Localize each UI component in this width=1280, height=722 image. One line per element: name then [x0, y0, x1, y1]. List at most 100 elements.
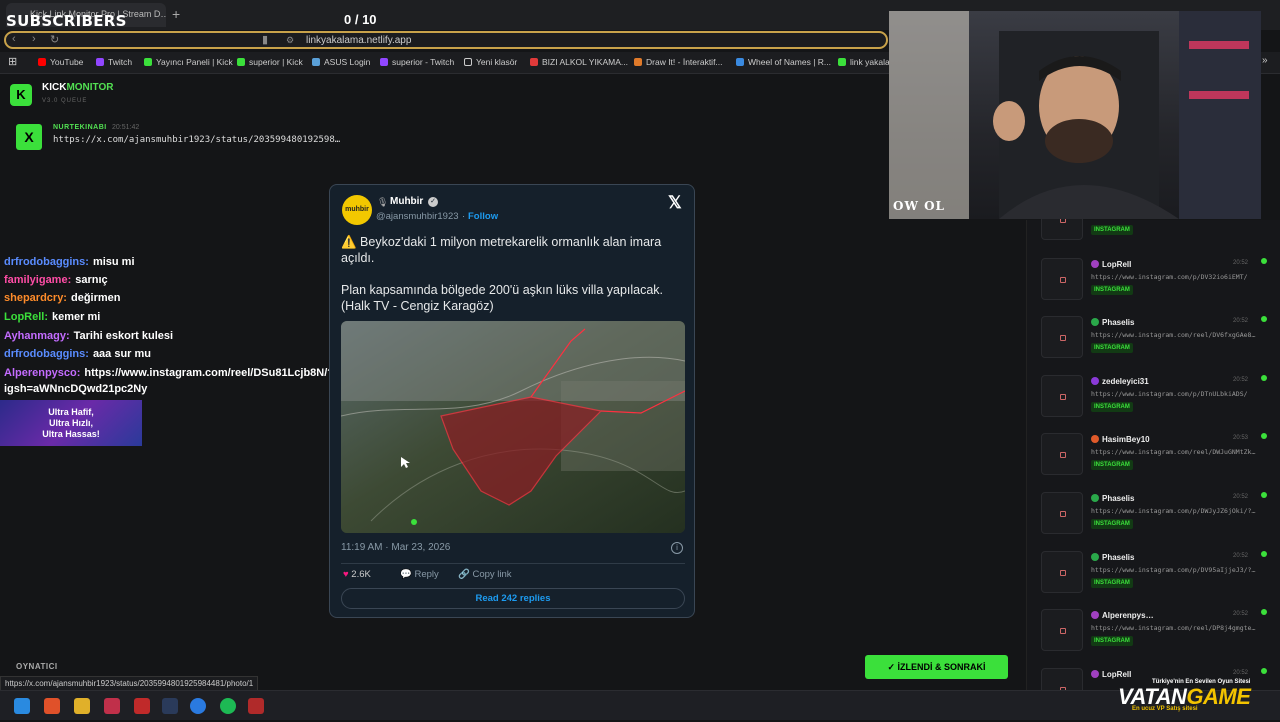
site-settings-icon[interactable]: ⚙ — [286, 35, 294, 46]
tweet-author-name[interactable]: Muhbir — [390, 196, 423, 207]
queue-list-item[interactable]: LopRell 20:52 https://www.instagram.com/p/… — [1041, 257, 1277, 312]
tweet-handle[interactable]: @ajansmuhbir1923 — [376, 211, 459, 222]
app-icon[interactable] — [248, 698, 264, 714]
chat-message: drfrodobaggins: aaa sur mu — [4, 348, 151, 360]
chat-message: shepardcry: değirmen — [4, 292, 121, 304]
queue-list-item[interactable]: Phaselis 20:52 https://www.instagram.com/r… — [1041, 316, 1277, 370]
item-url[interactable]: https://www.instagram.com/p/DTnULbkiADS/ — [1091, 390, 1248, 398]
new-tab-icon[interactable]: + — [172, 6, 180, 22]
bookmark-icon[interactable]: ▮ — [262, 33, 268, 46]
cam-logo: OW OL — [893, 199, 945, 213]
instagram-icon — [1060, 511, 1066, 517]
read-replies-button[interactable]: Read 242 replies — [341, 588, 685, 609]
bookmark-kick-panel[interactable]: Yayıncı Paneli | Kick — [144, 57, 233, 67]
item-user: LopRell — [1091, 669, 1131, 679]
item-user: zedeleyici31 — [1091, 376, 1149, 386]
tweet-date[interactable]: 11:19 AM · Mar 23, 2026 — [341, 542, 450, 553]
thumbnail — [1041, 374, 1083, 417]
chat-text: misu mi — [92, 256, 135, 268]
chat-text: Tarihi eskort kulesi — [73, 330, 174, 342]
url-text[interactable]: linkyakalama.netlify.app — [306, 35, 411, 46]
bookmark-link-yakala[interactable]: link yakala — [838, 57, 890, 67]
reload-icon[interactable]: ↻ — [50, 33, 59, 46]
youtube-icon — [38, 58, 46, 66]
queue-list-item[interactable]: Phaselis 20:52 https://www.instagram.com/p… — [1041, 492, 1277, 546]
thumbnail — [1041, 492, 1083, 534]
thumbnail — [1041, 609, 1083, 652]
platform-badge: INSTAGRAM — [1091, 519, 1133, 529]
user-avatar-icon — [1091, 376, 1099, 385]
item-url[interactable]: https://www.instagram.com/reel/DP8j4gmgt… — [1091, 624, 1255, 632]
item-url[interactable]: https://www.instagram.com/p/DV32io6iEMT/ — [1091, 273, 1248, 281]
item-url[interactable]: https://www.instagram.com/p/DWJyJZ6jOki/… — [1091, 507, 1255, 515]
follow-button[interactable]: Follow — [468, 211, 498, 222]
bookmark-draw-it[interactable]: Draw It! - İnteraktif... — [634, 57, 723, 67]
queue-list-item[interactable]: Phaselis 20:52 https://www.instagram.com/p… — [1041, 550, 1277, 605]
status-dot — [1261, 257, 1267, 264]
forward-icon[interactable]: › — [32, 33, 36, 45]
item-user: Phaselis — [1091, 494, 1134, 503]
user-avatar-icon — [1091, 669, 1099, 678]
queue-list-item[interactable]: zedeleyici31 20:52 https://www.instagram.c… — [1041, 374, 1277, 429]
folder-icon — [464, 58, 472, 66]
queue-list-item[interactable]: Alperenpys… 20:52 https://www.instagram.co… — [1041, 609, 1277, 663]
bookmark-youtube[interactable]: YouTube — [38, 57, 83, 67]
file-explorer-icon[interactable] — [74, 698, 90, 714]
app-version: V3.0 QUEUE — [42, 98, 88, 104]
status-dot — [1261, 433, 1267, 440]
user-avatar-icon — [1091, 611, 1099, 620]
more-bookmarks-icon[interactable]: » — [1262, 55, 1268, 66]
address-bar[interactable]: ‹ › ↻ ▮ ⚙ linkyakalama.netlify.app — [4, 31, 888, 49]
player-label: OYNATICI — [16, 662, 58, 671]
app-icon[interactable] — [134, 698, 150, 714]
site-icon — [530, 58, 538, 66]
item-url[interactable]: https://www.instagram.com/p/DV95aIjjeJ3/… — [1091, 566, 1255, 574]
brave-icon[interactable] — [44, 698, 60, 714]
platform-badge: INSTAGRAM — [1091, 343, 1133, 354]
chat-message: igsh=aWNncDQwd21pc2Ny — [4, 383, 147, 395]
item-user: Phaselis — [1091, 318, 1134, 327]
bookmark-asus[interactable]: ASUS Login — [312, 57, 370, 67]
spotify-icon[interactable] — [220, 698, 236, 714]
taskbar — [0, 690, 1280, 720]
reply-button[interactable]: 💬 Reply — [400, 569, 439, 580]
copy-link-button[interactable]: 🔗 Copy link — [458, 569, 512, 580]
chat-username: drfrodobaggins: — [4, 348, 89, 360]
item-url[interactable]: https://www.instagram.com/reel/DV6fxgGAe… — [1091, 331, 1255, 339]
user-avatar-icon — [1091, 259, 1099, 268]
queue-url[interactable]: https://x.com/ajansmuhbir1923/status/203… — [53, 135, 340, 145]
webcam-feed: OW OL — [889, 11, 1261, 219]
item-user: HasimBey10 — [1091, 435, 1150, 444]
back-icon[interactable]: ‹ — [12, 33, 16, 45]
status-dot — [1261, 492, 1267, 498]
browser-icon[interactable] — [190, 698, 206, 714]
x-logo-icon[interactable]: 𝕏 — [668, 193, 682, 213]
tweet-map-image[interactable] — [341, 321, 685, 533]
bookmark-superior-kick[interactable]: superior | Kick — [237, 57, 303, 67]
apps-grid-icon[interactable]: ⊞ — [8, 55, 17, 68]
app-logo-icon: K — [10, 84, 32, 106]
chat-text: sarnıç — [75, 274, 108, 286]
riot-icon[interactable] — [104, 698, 120, 714]
bookmark-twitch[interactable]: Twitch — [96, 57, 132, 67]
avatar[interactable]: muhbir — [342, 195, 372, 225]
subscribers-count: 0 / 10 — [344, 12, 377, 27]
chat-text: https://www.instagram.com/reel/DSu81Lcjb… — [84, 367, 335, 379]
chat-message: Alperenpysco: https://www.instagram.com/r… — [4, 367, 334, 379]
bookmark-superior-twitch[interactable]: superior - Twitch — [380, 57, 454, 67]
watched-next-button[interactable]: ✓ İZLENDİ & SONRAKİ — [865, 655, 1008, 679]
queue-list-item[interactable]: HasimBey10 20:53 https://www.instagram.com… — [1041, 433, 1277, 487]
item-time: 20:52 — [1233, 552, 1249, 559]
item-url[interactable]: https://www.instagram.com/reel/DWJuGNMtZ… — [1091, 448, 1255, 456]
bookmark-wheel-of-names[interactable]: Wheel of Names | R... — [736, 57, 831, 67]
status-dot — [1261, 609, 1267, 616]
like-button[interactable]: ♥ 2.6K — [343, 569, 371, 580]
item-time: 20:52 — [1233, 669, 1249, 676]
bookmark-folder[interactable]: Yeni klasör — [464, 57, 517, 67]
windows-start-icon[interactable] — [14, 698, 30, 714]
bookmark-bizi-alkol[interactable]: BIZI ALKOL YIKAMA... — [530, 57, 628, 67]
subscribers-label: SUBSCRIBERS — [6, 12, 127, 30]
info-icon[interactable]: i — [671, 542, 683, 554]
steam-icon[interactable] — [162, 698, 178, 714]
wheel-icon — [736, 58, 744, 66]
